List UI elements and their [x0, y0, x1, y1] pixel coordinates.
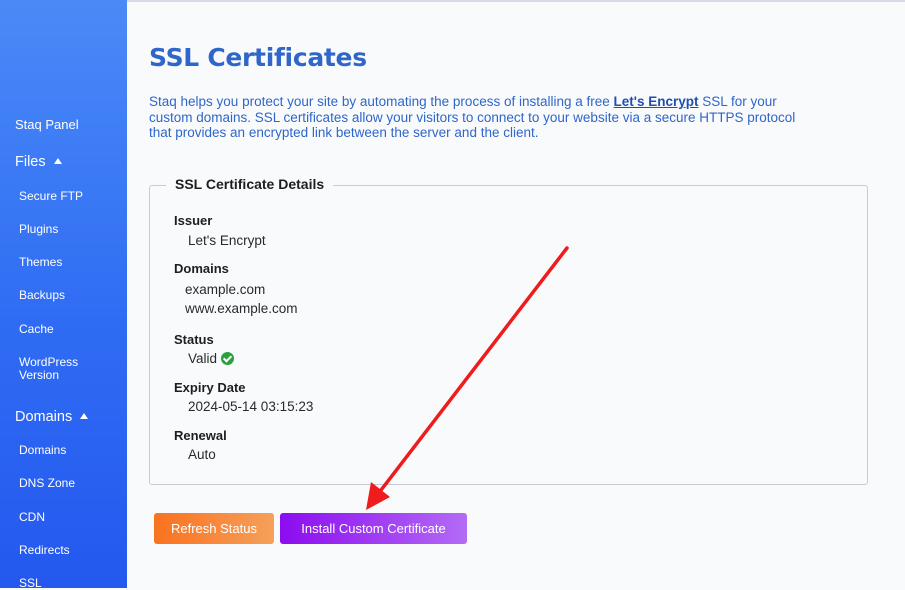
caret-up-icon: [53, 158, 62, 165]
status-value: Valid: [188, 351, 235, 366]
check-circle-icon: [221, 352, 235, 365]
lets-encrypt-link[interactable]: Let's Encrypt: [614, 94, 699, 109]
expiry-value: 2024-05-14 03:15:23: [188, 399, 314, 414]
intro-text-start: Staq helps you protect your site by auto…: [149, 94, 614, 109]
sidebar-item-cdn[interactable]: CDN: [19, 511, 127, 524]
sidebar-item-backups[interactable]: Backups: [19, 289, 127, 302]
sidebar-item-staq-panel[interactable]: Staq Panel: [15, 117, 127, 132]
issuer-value: Let's Encrypt: [188, 233, 266, 248]
sidebar-item-dns-zone[interactable]: DNS Zone: [19, 477, 127, 490]
install-custom-certificate-button[interactable]: Install Custom Certificate: [280, 513, 467, 544]
ssl-details-panel: SSL Certificate Details Issuer Let's Enc…: [149, 176, 868, 485]
sidebar-section-domains[interactable]: Domains: [15, 409, 127, 425]
expiry-label: Expiry Date: [174, 380, 246, 395]
sidebar-section-label: Files: [15, 154, 46, 170]
sidebar-item-plugins[interactable]: Plugins: [19, 223, 127, 236]
domain-item: example.com: [185, 282, 266, 297]
renewal-value: Auto: [188, 447, 216, 462]
status-label: Status: [174, 332, 214, 347]
top-border: [0, 0, 905, 2]
status-text: Valid: [188, 351, 218, 366]
sidebar-item-ssl[interactable]: SSL: [19, 577, 127, 590]
sidebar-item-wordpress-version[interactable]: WordPress Version: [19, 356, 109, 382]
domains-label: Domains: [174, 261, 229, 276]
caret-up-icon: [80, 413, 89, 420]
page-title: SSL Certificates: [149, 43, 367, 72]
sidebar-section-label: Domains: [15, 409, 73, 425]
sidebar-item-domains[interactable]: Domains: [19, 444, 127, 457]
ssl-details-legend: SSL Certificate Details: [166, 176, 334, 192]
sidebar-item-themes[interactable]: Themes: [19, 256, 127, 269]
sidebar-section-files[interactable]: Files: [15, 154, 127, 170]
renewal-label: Renewal: [174, 428, 227, 443]
sidebar-item-cache[interactable]: Cache: [19, 323, 127, 336]
domain-item: www.example.com: [185, 301, 298, 316]
intro-text: Staq helps you protect your site by auto…: [149, 94, 809, 141]
sidebar: Staq Panel Files Secure FTP Plugins Them…: [0, 0, 127, 590]
sidebar-item-redirects[interactable]: Redirects: [19, 544, 127, 557]
issuer-label: Issuer: [174, 213, 213, 228]
annotation-arrow-head: [366, 482, 390, 510]
sidebar-item-secure-ftp[interactable]: Secure FTP: [19, 190, 127, 203]
refresh-status-button[interactable]: Refresh Status: [154, 513, 274, 544]
